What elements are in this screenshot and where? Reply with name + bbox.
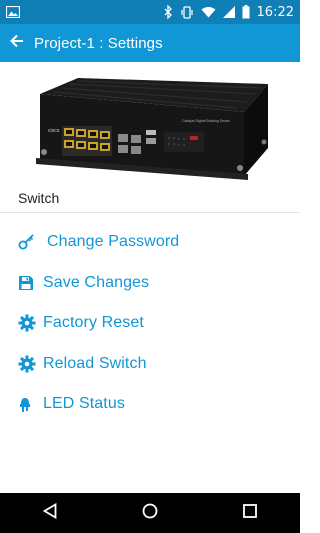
system-nav-bar <box>0 493 300 533</box>
nav-home-button[interactable] <box>130 493 170 533</box>
change-password-label: Change Password <box>47 233 180 251</box>
gear-icon <box>18 313 40 333</box>
led-status-item[interactable]: LED Status <box>0 384 300 425</box>
factory-reset-item[interactable]: Factory Reset <box>0 303 300 344</box>
settings-menu: Change Password Save Changes Factory Res… <box>0 222 300 425</box>
lightbulb-icon <box>18 394 40 414</box>
svg-text:cisco: cisco <box>48 128 60 134</box>
wifi-icon <box>201 6 216 18</box>
svg-text:Catalyst Digital Building Seri: Catalyst Digital Building Series <box>182 119 230 123</box>
key-icon <box>18 232 40 252</box>
reload-switch-item[interactable]: Reload Switch <box>0 344 300 385</box>
factory-reset-label: Factory Reset <box>43 314 144 332</box>
arrow-back-icon <box>10 34 24 53</box>
back-triangle-icon <box>42 502 57 524</box>
vibrate-icon <box>180 5 194 19</box>
signal-icon <box>222 6 235 18</box>
status-bar: 16:22 <box>0 0 300 24</box>
gear-icon <box>18 354 40 374</box>
save-changes-item[interactable]: Save Changes <box>0 263 300 304</box>
save-icon <box>18 273 40 293</box>
page-title: Project-1 : Settings <box>34 34 163 52</box>
battery-icon <box>242 5 250 19</box>
nav-back-button[interactable] <box>30 493 70 533</box>
reload-switch-label: Reload Switch <box>43 354 147 372</box>
app-bar: Project-1 : Settings <box>0 24 300 62</box>
device-label: Switch <box>18 190 60 206</box>
device-card: cisco Catalyst Digital Building Series S… <box>0 62 300 213</box>
nav-recents-button[interactable] <box>230 493 270 533</box>
image-icon <box>6 6 20 18</box>
change-password-item[interactable]: Change Password <box>0 222 300 263</box>
back-button[interactable] <box>0 24 34 62</box>
network-switch-image: cisco Catalyst Digital Building Series <box>36 78 268 180</box>
recents-square-icon <box>243 503 257 523</box>
home-circle-icon <box>142 503 158 524</box>
bluetooth-icon <box>164 5 173 19</box>
led-status-label: LED Status <box>43 395 125 413</box>
status-time: 16:22 <box>256 4 294 20</box>
save-changes-label: Save Changes <box>43 273 150 291</box>
